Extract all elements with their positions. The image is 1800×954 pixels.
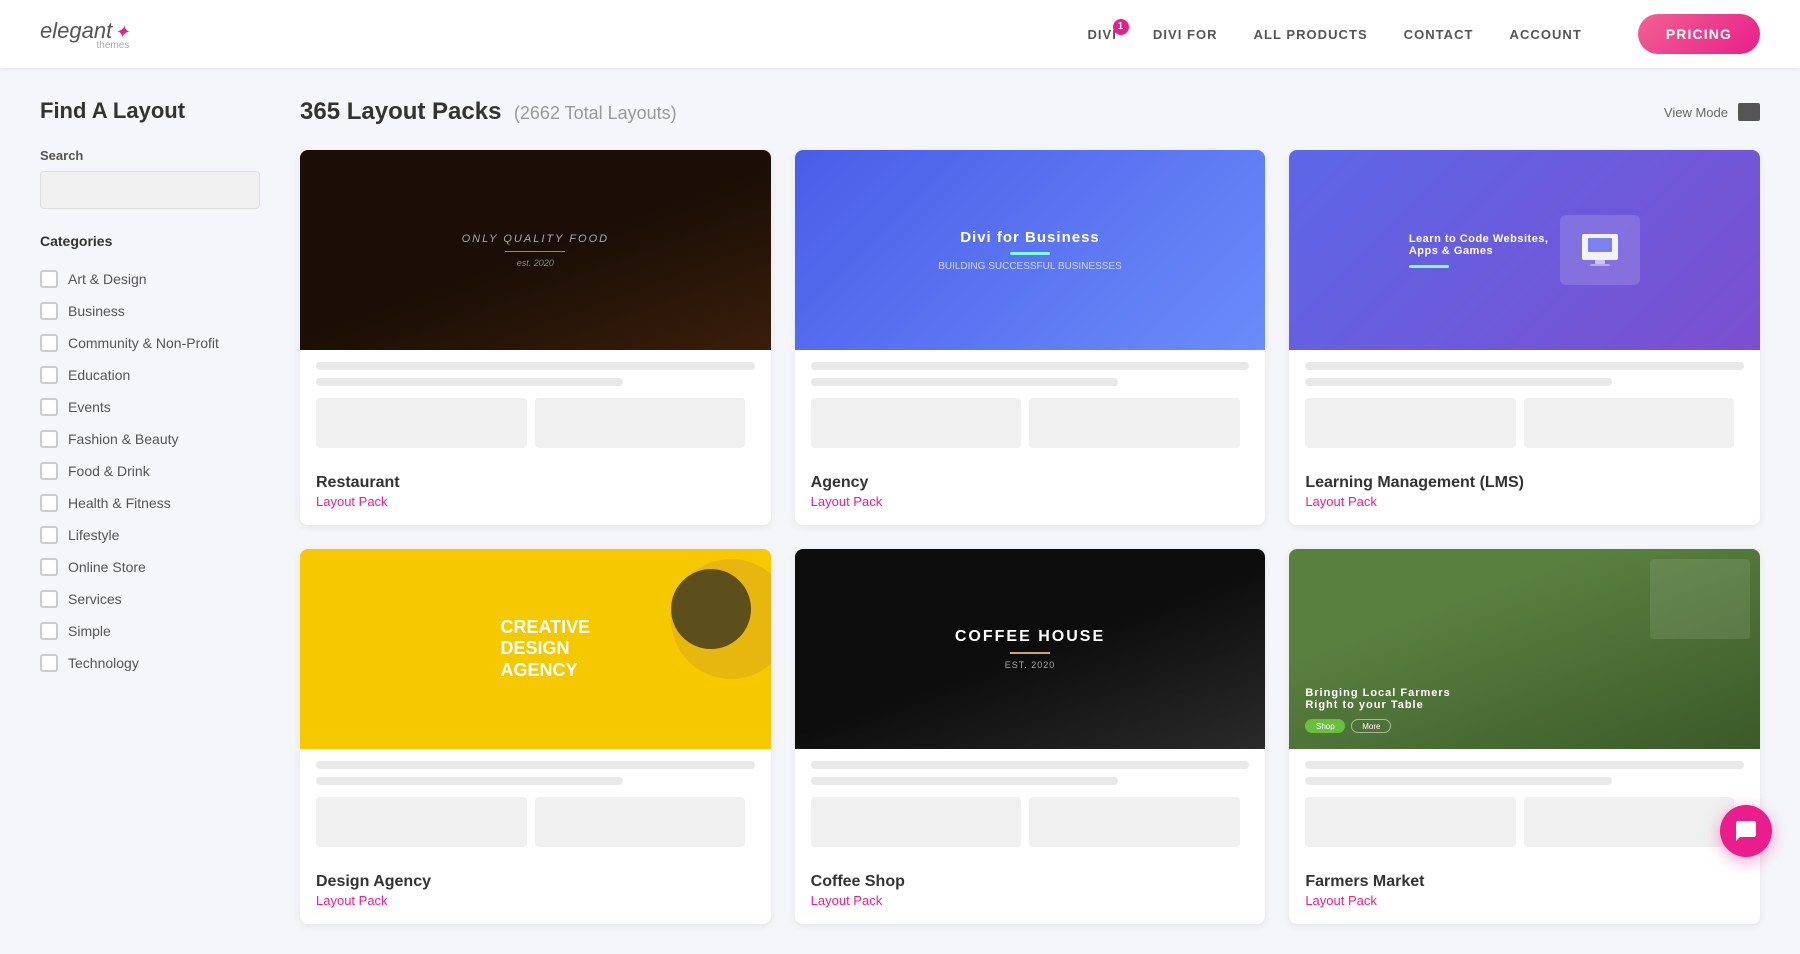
category-label: Events <box>68 399 111 415</box>
pack-count: 365 Layout Packs <box>300 98 501 125</box>
sidebar: Find A Layout Search Categories Art & De… <box>40 98 260 924</box>
card-name: Coffee Shop <box>811 873 1250 891</box>
category-label: Health & Fitness <box>68 495 171 511</box>
category-checkbox[interactable] <box>40 334 58 352</box>
category-item[interactable]: Technology <box>40 647 260 679</box>
card-name: Restaurant <box>316 474 755 492</box>
card-name: Farmers Market <box>1305 873 1744 891</box>
layout-card[interactable]: ONLY QUALITY FOOD est. 2020 Restaurant L… <box>300 150 771 525</box>
categories-title: Categories <box>40 233 260 249</box>
layout-grid: ONLY QUALITY FOOD est. 2020 Restaurant L… <box>300 150 1760 924</box>
layout-card[interactable]: Learn to Code Websites,Apps & Games Lear… <box>1289 150 1760 525</box>
card-info: Coffee Shop Layout Pack <box>795 859 1266 924</box>
card-type: Layout Pack <box>811 893 1250 908</box>
category-checkbox[interactable] <box>40 558 58 576</box>
layout-card[interactable]: COFFEE HOUSE EST. 2020 Coffee Shop Layou… <box>795 549 1266 924</box>
category-item[interactable]: Simple <box>40 615 260 647</box>
category-checkbox[interactable] <box>40 526 58 544</box>
divi-badge: 1 <box>1113 19 1129 35</box>
category-checkbox[interactable] <box>40 494 58 512</box>
nav-divi-for[interactable]: DIVI FOR <box>1153 27 1218 42</box>
pack-count-wrap: 365 Layout Packs (2662 Total Layouts) <box>300 98 677 126</box>
category-item[interactable]: Community & Non-Profit <box>40 327 260 359</box>
category-checkbox[interactable] <box>40 302 58 320</box>
category-checkbox[interactable] <box>40 270 58 288</box>
card-type: Layout Pack <box>316 494 755 509</box>
category-label: Art & Design <box>68 271 147 287</box>
category-label: Lifestyle <box>68 527 119 543</box>
nav-divi[interactable]: DIVI 1 <box>1087 27 1116 42</box>
card-info: Restaurant Layout Pack <box>300 460 771 525</box>
card-type: Layout Pack <box>1305 893 1744 908</box>
search-label: Search <box>40 148 260 163</box>
card-type: Layout Pack <box>811 494 1250 509</box>
category-label: Community & Non-Profit <box>68 335 219 351</box>
card-info: Agency Layout Pack <box>795 460 1266 525</box>
main-nav: DIVI 1 DIVI FOR ALL PRODUCTS CONTACT ACC… <box>1087 14 1760 54</box>
chat-icon <box>1734 819 1758 843</box>
category-checkbox[interactable] <box>40 654 58 672</box>
category-item[interactable]: Art & Design <box>40 263 260 295</box>
nav-all-products[interactable]: ALL PRODUCTS <box>1254 27 1368 42</box>
nav-account[interactable]: ACCOUNT <box>1510 27 1582 42</box>
page-body: Find A Layout Search Categories Art & De… <box>0 68 1800 954</box>
category-checkbox[interactable] <box>40 430 58 448</box>
main-header: 365 Layout Packs (2662 Total Layouts) Vi… <box>300 98 1760 126</box>
category-label: Food & Drink <box>68 463 150 479</box>
layout-card[interactable]: Divi for Business BUILDING SUCCESSFUL BU… <box>795 150 1266 525</box>
category-item[interactable]: Online Store <box>40 551 260 583</box>
card-name: Design Agency <box>316 873 755 891</box>
category-item[interactable]: Food & Drink <box>40 455 260 487</box>
category-item[interactable]: Events <box>40 391 260 423</box>
category-label: Online Store <box>68 559 146 575</box>
pricing-button[interactable]: PRICING <box>1638 14 1760 54</box>
category-item[interactable]: Health & Fitness <box>40 487 260 519</box>
category-label: Fashion & Beauty <box>68 431 179 447</box>
category-label: Education <box>68 367 130 383</box>
category-checkbox[interactable] <box>40 462 58 480</box>
layout-card[interactable]: CREATIVE DESIGN AGENCY Design Agency Lay… <box>300 549 771 924</box>
card-type: Layout Pack <box>1305 494 1744 509</box>
view-mode-label: View Mode <box>1664 105 1728 120</box>
category-checkbox[interactable] <box>40 622 58 640</box>
card-name: Learning Management (LMS) <box>1305 474 1744 492</box>
category-item[interactable]: Lifestyle <box>40 519 260 551</box>
category-label: Services <box>68 591 122 607</box>
main-content: 365 Layout Packs (2662 Total Layouts) Vi… <box>300 98 1760 924</box>
card-type: Layout Pack <box>316 893 755 908</box>
header: elegant✦ themes DIVI 1 DIVI FOR ALL PROD… <box>0 0 1800 68</box>
card-info: Learning Management (LMS) Layout Pack <box>1289 460 1760 525</box>
card-info: Farmers Market Layout Pack <box>1289 859 1760 924</box>
view-mode[interactable]: View Mode <box>1664 103 1760 121</box>
category-item[interactable]: Fashion & Beauty <box>40 423 260 455</box>
category-label: Business <box>68 303 125 319</box>
grid-view-icon <box>1738 103 1760 121</box>
sidebar-title: Find A Layout <box>40 98 260 124</box>
chat-bubble[interactable] <box>1720 805 1772 857</box>
nav-contact[interactable]: CONTACT <box>1404 27 1474 42</box>
search-input[interactable] <box>40 171 260 209</box>
card-info: Design Agency Layout Pack <box>300 859 771 924</box>
category-list: Art & Design Business Community & Non-Pr… <box>40 263 260 679</box>
logo-text: elegant✦ <box>40 18 129 43</box>
category-label: Simple <box>68 623 111 639</box>
category-item[interactable]: Business <box>40 295 260 327</box>
category-checkbox[interactable] <box>40 366 58 384</box>
category-item[interactable]: Education <box>40 359 260 391</box>
category-label: Technology <box>68 655 139 671</box>
category-checkbox[interactable] <box>40 590 58 608</box>
logo[interactable]: elegant✦ themes <box>40 18 129 51</box>
category-checkbox[interactable] <box>40 398 58 416</box>
layout-card[interactable]: Bringing Local FarmersRight to your Tabl… <box>1289 549 1760 924</box>
card-name: Agency <box>811 474 1250 492</box>
category-item[interactable]: Services <box>40 583 260 615</box>
total-layouts: (2662 Total Layouts) <box>514 103 677 123</box>
